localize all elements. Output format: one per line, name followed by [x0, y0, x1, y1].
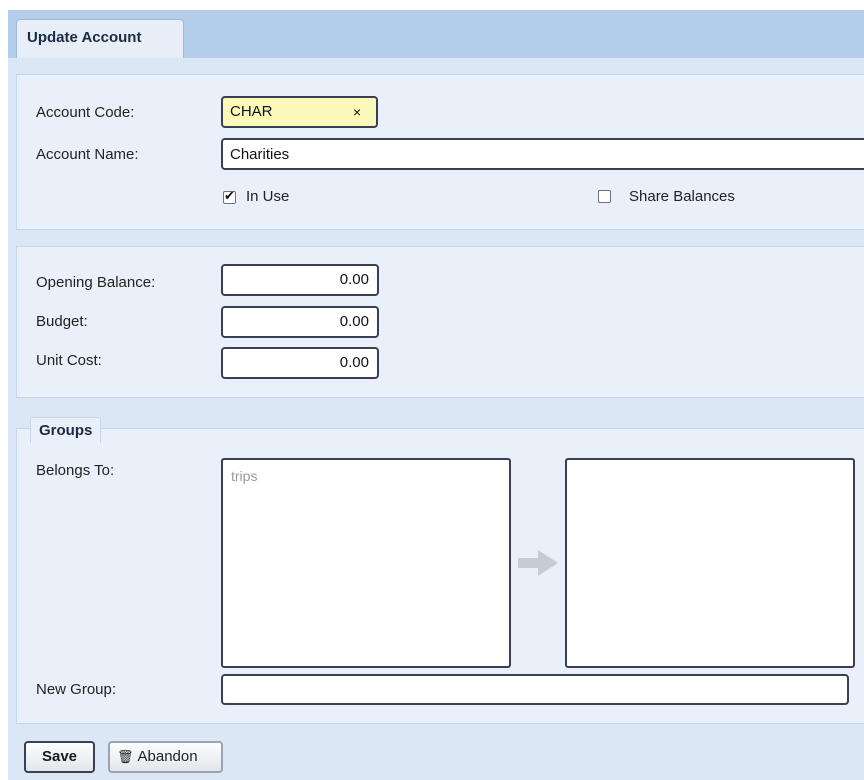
- update-account-window: Update Account Groups Account Code: CHAR…: [8, 10, 864, 780]
- share-balances-checkbox[interactable]: [598, 190, 611, 203]
- opening-balance-label: Opening Balance:: [36, 274, 156, 291]
- available-groups-list[interactable]: trips: [221, 458, 511, 668]
- budget-value: 0.00: [339, 313, 369, 330]
- assigned-groups-list[interactable]: [565, 458, 855, 668]
- abandon-button[interactable]: 🗑 Abandon: [108, 741, 223, 773]
- account-code-field[interactable]: CHAR ×: [221, 96, 378, 128]
- opening-balance-value: 0.00: [339, 271, 369, 288]
- abandon-label: Abandon: [137, 748, 198, 765]
- tab-label: Update Account: [27, 29, 142, 46]
- new-group-field[interactable]: [221, 674, 849, 705]
- arrow-right-icon[interactable]: [516, 548, 560, 578]
- opening-balance-field[interactable]: 0.00: [221, 264, 379, 296]
- clear-code-icon[interactable]: ×: [353, 104, 361, 120]
- in-use-label: In Use: [246, 188, 290, 205]
- tab-update-account[interactable]: Update Account: [16, 19, 184, 58]
- belongs-to-label: Belongs To:: [36, 462, 115, 479]
- budget-label: Budget:: [36, 313, 88, 330]
- unit-cost-field[interactable]: 0.00: [221, 347, 379, 379]
- account-code-label: Account Code:: [36, 104, 135, 121]
- balances-panel: [16, 246, 864, 398]
- save-button[interactable]: Save: [24, 741, 95, 773]
- account-name-label: Account Name:: [36, 146, 139, 163]
- trash-icon: 🗑: [117, 749, 134, 764]
- account-code-value: CHAR: [230, 103, 273, 120]
- share-balances-label: Share Balances: [629, 188, 735, 205]
- new-group-label: New Group:: [36, 681, 117, 698]
- groups-legend: Groups: [30, 417, 102, 443]
- unit-cost-label: Unit Cost:: [36, 352, 102, 369]
- account-name-value: Charities: [230, 146, 290, 163]
- tab-bar: Update Account: [8, 10, 864, 58]
- account-name-field[interactable]: Charities: [221, 138, 864, 170]
- budget-field[interactable]: 0.00: [221, 306, 379, 338]
- unit-cost-value: 0.00: [339, 354, 369, 371]
- in-use-checkbox[interactable]: [223, 188, 236, 204]
- list-item[interactable]: trips: [231, 468, 257, 484]
